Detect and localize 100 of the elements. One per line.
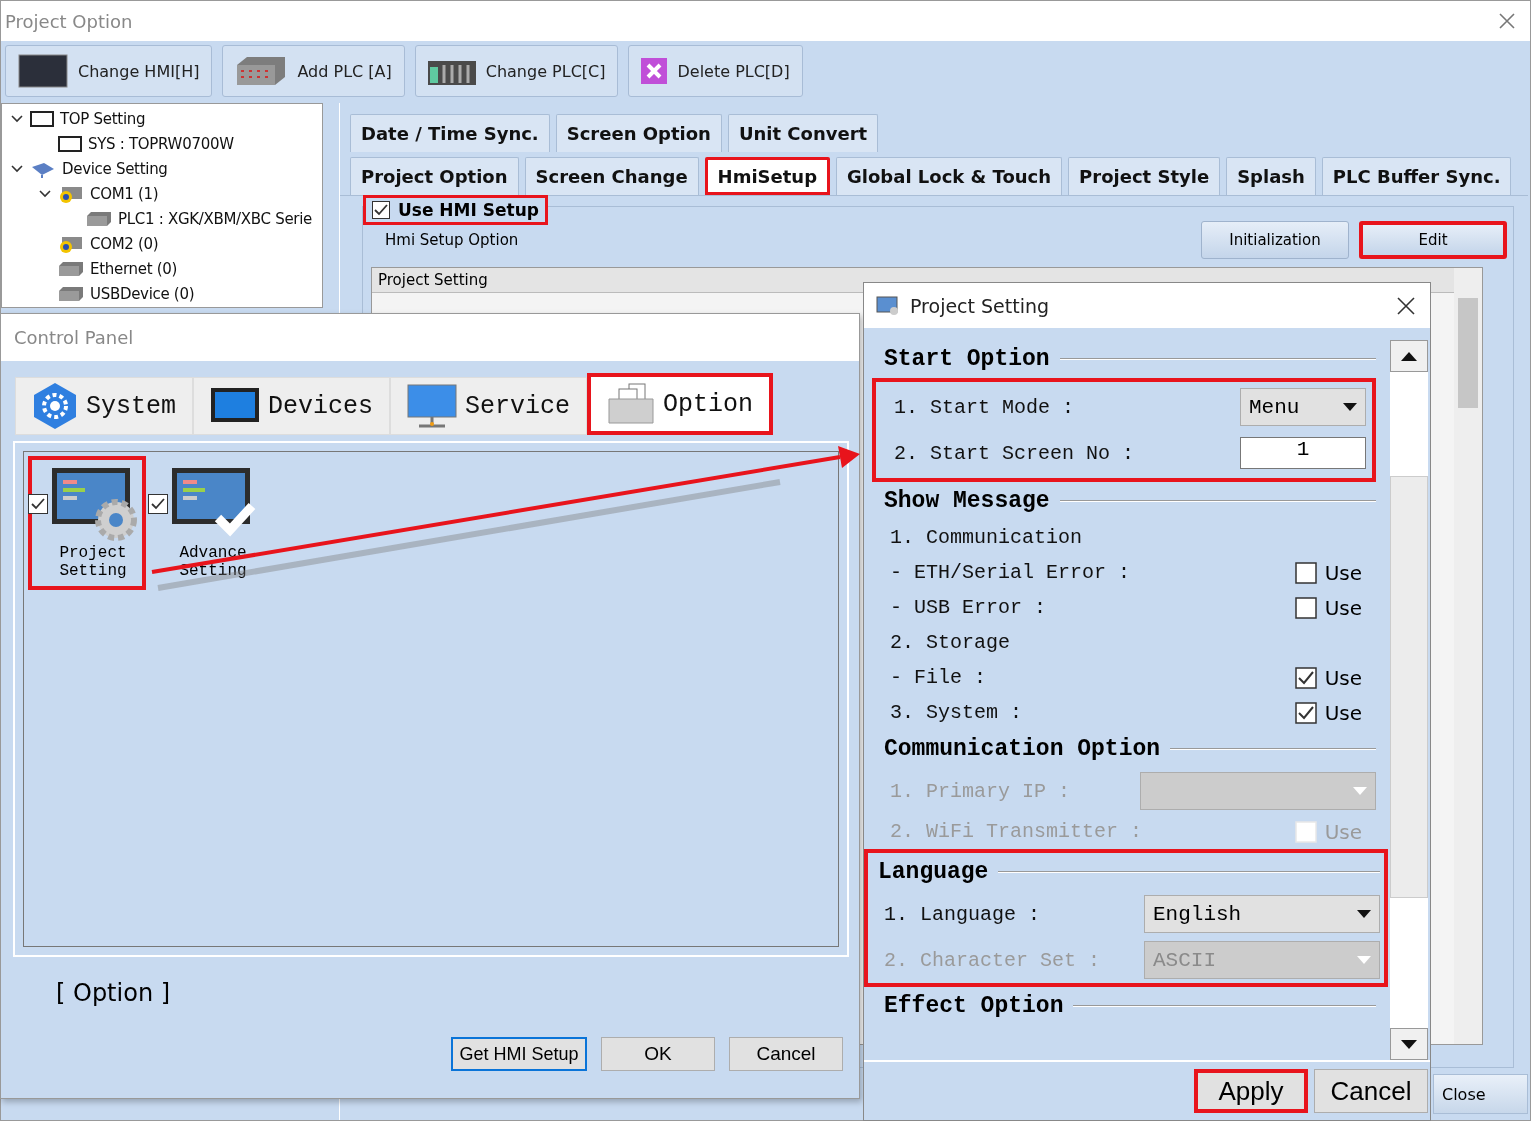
screen-icon (30, 110, 54, 127)
close-button[interactable]: Close (1433, 1074, 1528, 1114)
delete-icon (641, 58, 668, 84)
tree-item[interactable]: PLC1 : XGK/XBM/XBC Serie (118, 209, 313, 228)
option-item[interactable]: Project Setting (28, 456, 146, 590)
monitor-icon (407, 384, 458, 428)
tab[interactable]: Splash (1226, 157, 1316, 195)
gear-icon (32, 382, 78, 430)
dialog-button[interactable]: OK (601, 1037, 715, 1071)
setting-label: - USB Error : (890, 596, 1047, 619)
tab[interactable]: Project Style (1068, 157, 1221, 195)
setting-label: 2. WiFi Transmitter : (890, 820, 1143, 843)
device-icon (86, 210, 112, 227)
window-title: Control Panel (14, 327, 134, 348)
device-icon (58, 285, 84, 302)
tab[interactable]: Date / Time Sync. (350, 114, 550, 152)
folder-icon (607, 383, 656, 425)
setting-label: 1. Start Mode : (894, 395, 1075, 419)
dialog-button[interactable]: Cancel (1314, 1069, 1428, 1113)
dropdown-arrow-icon (1357, 956, 1371, 964)
tab[interactable]: Screen Change (524, 157, 699, 195)
tree-item[interactable]: SYS : TOPRW0700W (88, 134, 234, 153)
tree-item[interactable]: USBDevice (0) (90, 284, 195, 303)
setting-label: 2. Start Screen No : (894, 441, 1135, 465)
use-checkbox[interactable]: Use (1294, 595, 1362, 620)
option-item-label: Project Setting (58, 544, 128, 580)
tab[interactable]: Devices (193, 377, 391, 435)
setting-label: 1. Communication (890, 526, 1083, 549)
dialog-button[interactable]: Cancel (729, 1037, 843, 1071)
dialog-button[interactable]: Apply (1194, 1069, 1308, 1113)
dropdown[interactable]: Menu (1240, 388, 1366, 426)
scroll-up-button[interactable] (1390, 340, 1428, 372)
toolbar-button[interactable]: Delete PLC[D] (628, 45, 803, 97)
tree-item[interactable]: Device Setting (62, 159, 168, 178)
tab[interactable]: Option (587, 373, 774, 435)
up-triangle-icon (1401, 351, 1417, 361)
tab[interactable]: System (15, 377, 193, 435)
checkbox-icon (1294, 820, 1317, 843)
section-title: Show Message (884, 488, 1050, 514)
toolbar-button[interactable]: Change PLC[C] (414, 45, 619, 97)
checkbox-icon (1294, 561, 1317, 584)
window-icon (876, 295, 900, 316)
dropdown-arrow-icon (1343, 403, 1357, 411)
checkbox-icon (1294, 596, 1317, 619)
checkbox[interactable] (28, 494, 48, 514)
monitor-icon (210, 387, 260, 425)
tree-item[interactable]: COM2 (0) (90, 234, 159, 253)
tree-item[interactable]: TOP Setting (60, 109, 146, 128)
checkbox-icon (1294, 701, 1317, 724)
tab[interactable]: Screen Option (555, 114, 722, 152)
setting-label: 1. Primary IP : (890, 779, 1071, 803)
device-icon (235, 55, 288, 87)
close-icon[interactable] (1396, 295, 1416, 316)
setting-label: - File : (890, 666, 986, 689)
monitor-icon (18, 54, 68, 88)
use-checkbox[interactable]: Use (1294, 700, 1362, 725)
section-title: Communication Option (884, 736, 1161, 762)
setting-label: 2. Storage (890, 631, 1011, 654)
toolbar-button[interactable]: Change HMI[H] (5, 45, 213, 97)
window-title: Project Setting (910, 294, 1051, 317)
section-title: Effect Option (884, 993, 1064, 1019)
scrollbar[interactable] (1454, 268, 1482, 1044)
toolbar-button[interactable]: Add PLC [A] (222, 45, 405, 97)
hmi-setup-option-label: Hmi Setup Option (385, 231, 519, 249)
down-triangle-icon (1401, 1039, 1417, 1049)
use-checkbox[interactable]: Use (1294, 665, 1362, 690)
dialog-button[interactable]: Get HMI Setup (451, 1037, 587, 1071)
input-field[interactable]: 1 (1240, 437, 1366, 469)
tab[interactable]: Project Option (350, 157, 519, 195)
use-checkbox[interactable]: Use (1294, 560, 1362, 585)
scroll-thumb[interactable] (1390, 476, 1428, 898)
section-title: Start Option (884, 346, 1050, 372)
tab[interactable]: Service (390, 377, 588, 435)
panel-button[interactable]: Initialization (1201, 221, 1349, 259)
tab[interactable]: Global Lock & Touch (836, 157, 1063, 195)
dropdown-arrow-icon (1357, 910, 1371, 918)
tree-item[interactable]: Ethernet (0) (90, 259, 178, 278)
panel-button[interactable]: Edit (1359, 221, 1507, 259)
setting-label: 2. Character Set : (884, 948, 1101, 972)
setting-label: - ETH/Serial Error : (890, 561, 1131, 584)
setting-label: 1. Language : (884, 902, 1041, 926)
tab[interactable]: PLC Buffer Sync. (1321, 157, 1512, 195)
setting-label: 3. System : (890, 701, 1023, 724)
section-title: Language (878, 859, 989, 885)
checkbox[interactable] (148, 494, 168, 514)
section-caption: [ Option ] (56, 979, 172, 1007)
device-icon (58, 260, 84, 277)
tab[interactable]: Unit Convert (727, 114, 879, 152)
dropdown-arrow-icon (1353, 787, 1367, 795)
dropdown[interactable]: English (1144, 895, 1380, 933)
option-item-label: Advance Setting (178, 544, 248, 580)
use-hmi-setup-checkbox[interactable]: Use HMI Setup (363, 195, 548, 225)
tab[interactable]: HmiSetup (704, 157, 831, 195)
tree-item[interactable]: COM1 (1) (90, 184, 159, 203)
checkbox-icon (372, 201, 390, 219)
settings-screen-icon (50, 466, 138, 542)
checkbox-icon (1294, 666, 1317, 689)
scroll-down-button[interactable] (1390, 1028, 1428, 1060)
option-item[interactable]: Advance Setting (148, 456, 266, 590)
window-title: Project Option (5, 10, 133, 32)
